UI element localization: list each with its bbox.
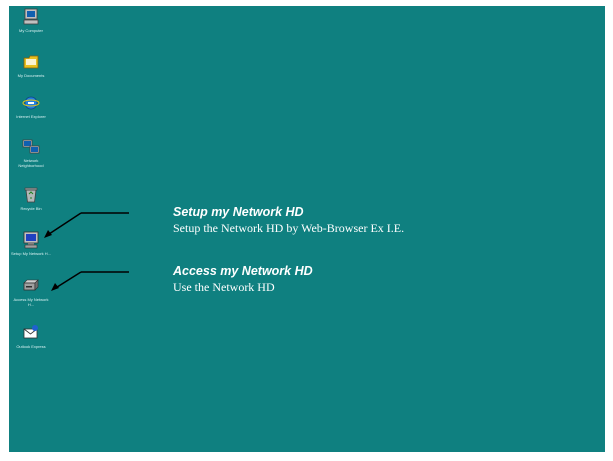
arrow-access xyxy=(51,271,129,291)
callout-arrows xyxy=(44,212,129,291)
desktop: My Computer My Documents Internet Explor… xyxy=(9,6,605,452)
arrow-setup xyxy=(44,212,129,238)
